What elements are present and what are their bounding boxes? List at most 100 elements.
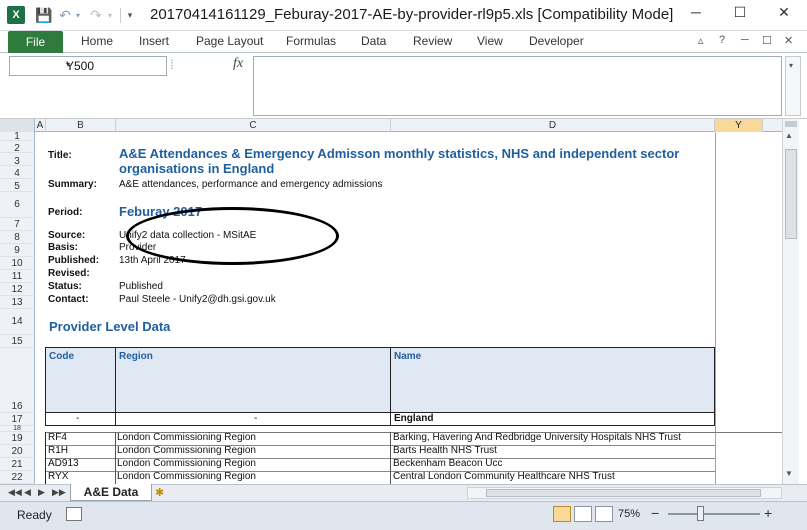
tab-view[interactable]: View [477, 34, 503, 48]
formula-bar: Y500 ▾ ⁞ fx ▾ [0, 53, 807, 119]
normal-view-button[interactable] [553, 506, 571, 522]
report-title-line1: A&E Attendances & Emergency Admisson mon… [119, 146, 680, 161]
insert-function-icon[interactable]: fx [233, 56, 243, 72]
row-code: RF4 [48, 432, 67, 443]
row-name: Barking, Havering And Redbridge Universi… [393, 432, 681, 443]
row-name: Central London Community Healthcare NHS … [393, 471, 615, 482]
horizontal-scrollbar[interactable] [467, 487, 782, 499]
scroll-down-icon[interactable]: ▼ [785, 469, 793, 478]
row-header[interactable]: 14 [0, 309, 35, 335]
spreadsheet-grid: A B C D Y 1 2 3 4 5 6 7 8 9 10 11 12 13 … [0, 119, 807, 484]
first-sheet-icon[interactable]: ◀◀ [8, 487, 22, 498]
row-region: London Commissioning Region [117, 458, 256, 469]
maximize-button[interactable]: ☐ [718, 0, 762, 24]
prev-sheet-icon[interactable]: ◀ [24, 487, 31, 498]
scroll-thumb[interactable] [785, 149, 797, 239]
row-rule [45, 471, 715, 472]
undo-dropdown-icon[interactable]: ▾ [73, 6, 83, 24]
row-header[interactable]: 4 [0, 166, 35, 179]
zoom-slider-thumb[interactable] [697, 506, 704, 521]
tab-insert[interactable]: Insert [139, 34, 169, 48]
report-title-line2: organisations in England [119, 161, 275, 176]
row-header[interactable]: 8 [0, 231, 35, 244]
minimize-button[interactable]: ─ [674, 0, 718, 24]
row-header[interactable]: 16 [0, 348, 35, 413]
page-layout-view-button[interactable] [574, 506, 592, 522]
workbook-minimize-icon[interactable]: ─ [741, 34, 749, 46]
tab-home[interactable]: Home [81, 34, 113, 48]
source-label: Source: [48, 230, 86, 241]
close-button[interactable]: ✕ [762, 0, 806, 24]
zoom-level[interactable]: 75% [618, 508, 640, 520]
row-header[interactable]: 15 [0, 335, 35, 348]
tab-developer[interactable]: Developer [529, 34, 584, 48]
header-name: Name [394, 351, 422, 362]
row-header[interactable]: 6 [0, 192, 35, 218]
split-handle[interactable] [785, 121, 797, 127]
page-break-view-button[interactable] [595, 506, 613, 522]
save-icon[interactable]: 💾 [35, 6, 53, 24]
minimize-ribbon-icon[interactable]: ▵ [698, 34, 704, 47]
row-header[interactable]: 11 [0, 270, 35, 283]
name-box-dropdown-icon[interactable]: ▾ [66, 60, 162, 69]
tab-page-layout[interactable]: Page Layout [196, 34, 263, 48]
column-header-d[interactable]: D [391, 119, 715, 132]
workbook-restore-icon[interactable]: ☐ [762, 34, 772, 47]
help-icon[interactable]: ? [719, 34, 725, 46]
header-code: Code [49, 351, 74, 362]
tab-file[interactable]: File [8, 31, 63, 53]
column-header-b[interactable]: B [46, 119, 116, 132]
zoom-in-icon[interactable]: + [764, 505, 772, 521]
excel-logo-icon[interactable]: X [7, 6, 25, 24]
row-rule [45, 445, 715, 446]
name-box[interactable]: Y500 ▾ [9, 56, 167, 76]
column-header-c[interactable]: C [116, 119, 391, 132]
next-sheet-icon[interactable]: ▶ [38, 487, 45, 498]
horizontal-scroll-thumb[interactable] [486, 489, 761, 497]
column-headers: A B C D Y [0, 119, 782, 132]
zoom-out-icon[interactable]: − [651, 505, 659, 521]
customize-qat-icon[interactable]: ▾ [124, 6, 136, 24]
macro-record-icon[interactable] [66, 507, 82, 521]
redo-icon[interactable]: ↷ [87, 6, 105, 24]
column-header-a[interactable]: A [35, 119, 46, 132]
cell-area[interactable]: Title: A&E Attendances & Emergency Admis… [35, 132, 782, 484]
revised-label: Revised: [48, 268, 90, 279]
zoom-slider-track[interactable] [668, 513, 760, 515]
formula-input[interactable] [253, 56, 782, 116]
row-header[interactable]: 10 [0, 257, 35, 270]
last-sheet-icon[interactable]: ▶▶ [52, 487, 66, 498]
row-header[interactable]: 20 [0, 445, 35, 458]
status-value: Published [119, 281, 163, 292]
table-col-divider [115, 432, 116, 484]
scroll-up-icon[interactable]: ▲ [785, 131, 793, 140]
row-header[interactable]: 9 [0, 244, 35, 257]
row-header[interactable]: 21 [0, 458, 35, 471]
vertical-scrollbar[interactable]: ▲ ▼ [782, 119, 799, 484]
window-title: 20170414161129_Feburay-2017-AE-by-provid… [150, 6, 674, 23]
row-header[interactable]: 5 [0, 179, 35, 192]
tab-formulas[interactable]: Formulas [286, 34, 336, 48]
row-header[interactable]: 7 [0, 218, 35, 231]
hand-drawn-circle-annotation [126, 207, 339, 265]
row-header[interactable]: 13 [0, 296, 35, 309]
row-header[interactable]: 19 [0, 432, 35, 445]
row-header[interactable]: 2 [0, 141, 35, 154]
redo-dropdown-icon[interactable]: ▾ [105, 6, 115, 24]
expand-formula-bar-button[interactable]: ▾ [785, 56, 801, 116]
undo-icon[interactable]: ↶ [56, 6, 74, 24]
tab-review[interactable]: Review [413, 34, 452, 48]
tab-data[interactable]: Data [361, 34, 386, 48]
column-header-y[interactable]: Y [715, 119, 763, 132]
row-header[interactable]: 1 [0, 132, 35, 142]
insert-sheet-icon[interactable]: ✱ [155, 486, 164, 499]
row-header[interactable]: 12 [0, 283, 35, 296]
row-header[interactable]: 3 [0, 153, 35, 167]
england-name: England [394, 413, 434, 424]
contact-label: Contact: [48, 294, 89, 305]
published-label: Published: [48, 255, 100, 266]
workbook-close-icon[interactable]: ✕ [784, 34, 793, 47]
sheet-tab-ae-data[interactable]: A&E Data [70, 484, 152, 501]
row-name: Beckenham Beacon Ucc [393, 458, 503, 469]
row-header[interactable]: 22 [0, 471, 35, 484]
